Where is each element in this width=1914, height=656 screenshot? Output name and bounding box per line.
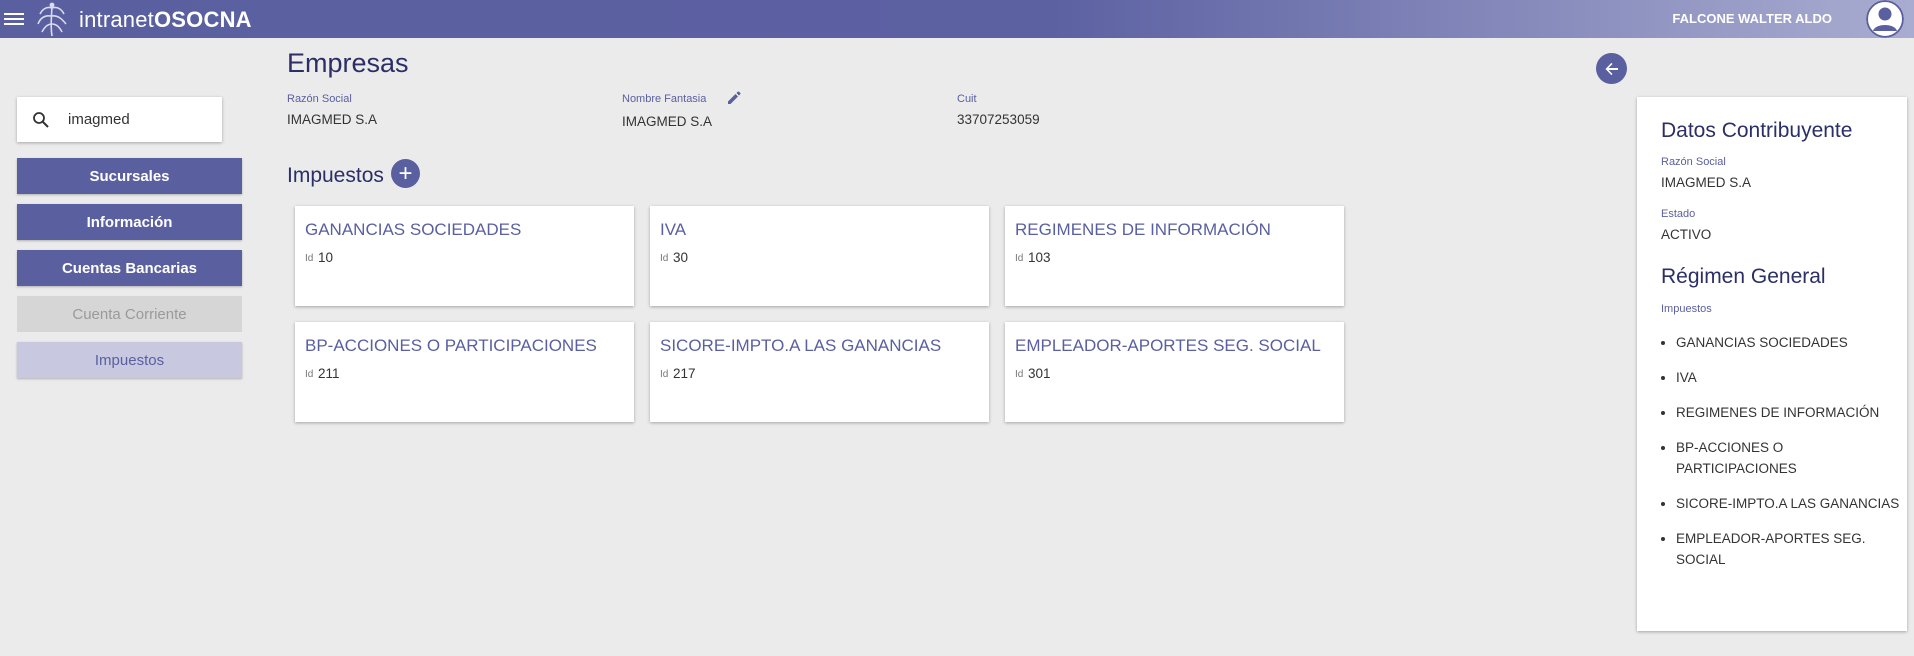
list-item: GANANCIAS SOCIEDADES [1676, 332, 1901, 353]
cuit-value: 33707253059 [957, 112, 1040, 127]
list-item: IVA [1676, 367, 1901, 388]
card-id-label: Id [660, 369, 669, 380]
search-box [17, 97, 222, 142]
app-logo-text[interactable]: intranetOSOCNA [79, 7, 252, 33]
impuestos-button[interactable]: Impuestos [17, 342, 242, 378]
card-title: SICORE-IMPTO.A LAS GANANCIAS [660, 336, 942, 355]
impuesto-card[interactable]: GANANCIAS SOCIEDADES Id 10 [295, 206, 634, 306]
datos-contribuyente-panel: Datos Contribuyente Razón Social IMAGMED… [1637, 97, 1907, 631]
card-id-label: Id [1015, 253, 1024, 264]
page-title: Empresas [287, 48, 409, 78]
impuestos-section-title: Impuestos [287, 164, 384, 187]
card-id-label: Id [1015, 369, 1024, 380]
list-item: SICORE-IMPTO.A LAS GANANCIAS [1676, 493, 1901, 514]
estado-value: ACTIVO [1661, 227, 1712, 242]
back-button[interactable] [1596, 53, 1627, 84]
regimen-general-title: Régimen General [1661, 265, 1826, 288]
informacion-button[interactable]: Información [17, 204, 242, 240]
cuentas-bancarias-button[interactable]: Cuentas Bancarias [17, 250, 242, 286]
user-avatar-icon[interactable] [1866, 0, 1904, 38]
impuesto-card[interactable]: SICORE-IMPTO.A LAS GANANCIAS Id 217 [650, 322, 989, 422]
card-id-value: 103 [1028, 250, 1051, 265]
razon-social-value: IMAGMED S.A [1661, 175, 1752, 190]
user-name: FALCONE WALTER ALDO [1672, 11, 1832, 26]
card-id-value: 10 [318, 250, 334, 265]
list-item: REGIMENES DE INFORMACIÓN [1676, 402, 1901, 423]
top-bar: intranetOSOCNA FALCONE WALTER ALDO [0, 0, 1914, 38]
impuestos-label: Impuestos [1661, 303, 1712, 315]
card-id-label: Id [305, 253, 314, 264]
card-title: GANANCIAS SOCIEDADES [305, 220, 522, 239]
nombre-fantasia-value: IMAGMED S.A [622, 114, 713, 129]
card-id-value: 211 [318, 366, 340, 381]
card-title: EMPLEADOR-APORTES SEG. SOCIAL [1015, 336, 1321, 355]
razon-social-value: IMAGMED S.A [287, 112, 378, 127]
card-title: REGIMENES DE INFORMACIÓN [1015, 220, 1271, 239]
estado-label: Estado [1661, 208, 1696, 220]
impuesto-card[interactable]: BP-ACCIONES O PARTICIPACIONES Id 211 [295, 322, 634, 422]
card-id-label: Id [305, 369, 314, 380]
impuesto-card[interactable]: REGIMENES DE INFORMACIÓN Id 103 [1005, 206, 1344, 306]
cuenta-corriente-button[interactable]: Cuenta Corriente [17, 296, 242, 332]
impuesto-card[interactable]: EMPLEADOR-APORTES SEG. SOCIAL Id 301 [1005, 322, 1344, 422]
razon-social-label: Razón Social [287, 93, 352, 105]
search-input[interactable] [66, 110, 210, 129]
arrow-back-icon [1605, 62, 1618, 75]
list-item: EMPLEADOR-APORTES SEG. SOCIAL [1676, 528, 1901, 570]
card-id-label: Id [660, 253, 669, 264]
card-id-value: 217 [673, 366, 696, 381]
list-item: BP-ACCIONES O PARTICIPACIONES [1676, 437, 1901, 479]
razon-social-label: Razón Social [1661, 156, 1726, 168]
card-title: BP-ACCIONES O PARTICIPACIONES [305, 336, 597, 355]
impuesto-card[interactable]: IVA Id 30 [650, 206, 989, 306]
sucursales-button[interactable]: Sucursales [17, 158, 242, 194]
card-id-value: 30 [673, 250, 689, 265]
card-id-value: 301 [1028, 366, 1051, 381]
impuestos-list: GANANCIAS SOCIEDADES IVA REGIMENES DE IN… [1661, 332, 1901, 584]
datos-contribuyente-title: Datos Contribuyente [1661, 119, 1853, 142]
edit-pencil-icon[interactable] [726, 90, 742, 106]
logo-mark-icon [37, 2, 67, 37]
nombre-fantasia-label: Nombre Fantasia [622, 93, 707, 105]
menu-icon[interactable] [4, 10, 24, 28]
cuit-label: Cuit [957, 93, 977, 105]
search-icon [33, 111, 49, 128]
add-circle-icon[interactable]: + [391, 159, 420, 188]
card-title: IVA [660, 220, 687, 239]
